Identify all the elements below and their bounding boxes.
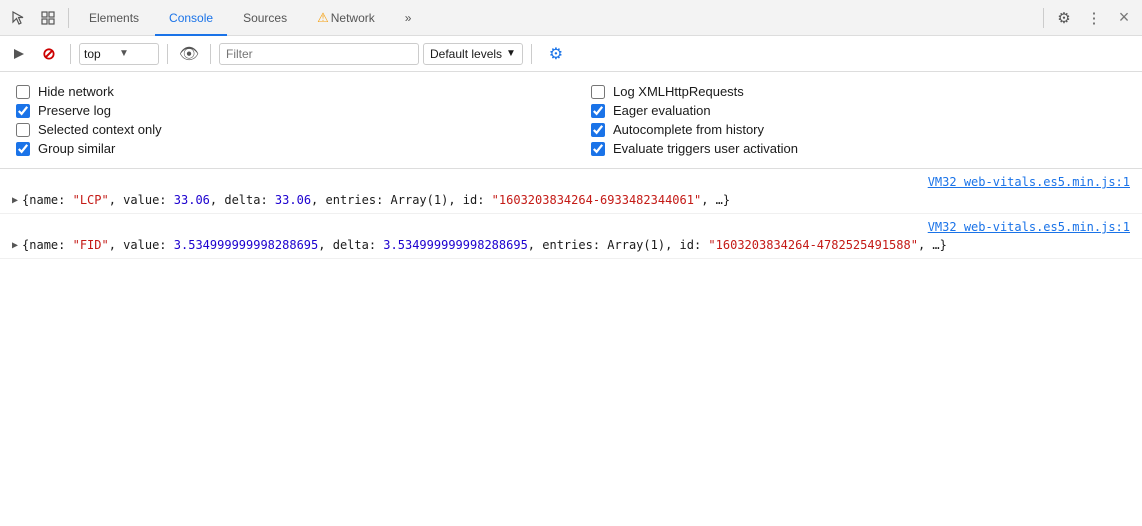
selected-context-checkbox[interactable] xyxy=(16,123,30,137)
settings-panel: Hide network Preserve log Selected conte… xyxy=(0,72,1142,169)
evaluate-triggers-label: Evaluate triggers user activation xyxy=(613,141,798,156)
autocomplete-row[interactable]: Autocomplete from history xyxy=(591,120,1126,139)
entry-source-1[interactable]: VM32 web-vitals.es5.min.js:1 xyxy=(928,173,1130,191)
console-area: VM32 web-vitals.es5.min.js:1 ▶ {name: "L… xyxy=(0,169,1142,259)
preserve-log-label: Preserve log xyxy=(38,103,111,118)
default-levels-button[interactable]: Default levels ▼ xyxy=(423,43,523,65)
tab-bar-right: ⚙ ⋮ × xyxy=(1039,4,1138,32)
cursor-icon[interactable] xyxy=(4,4,32,32)
log-xhr-row[interactable]: Log XMLHttpRequests xyxy=(591,82,1126,101)
entry-body-1: ▶ {name: "LCP", value: 33.06, delta: 33.… xyxy=(8,191,1142,209)
settings-left: Hide network Preserve log Selected conte… xyxy=(16,82,551,158)
eager-eval-row[interactable]: Eager evaluation xyxy=(591,101,1126,120)
console-settings-icon[interactable]: ⚙ xyxy=(544,42,568,66)
console-entry-fid: VM32 web-vitals.es5.min.js:1 ▶ {name: "F… xyxy=(0,214,1142,259)
hide-network-label: Hide network xyxy=(38,84,114,99)
entry-header-1: VM32 web-vitals.es5.min.js:1 xyxy=(8,173,1142,191)
preserve-log-row[interactable]: Preserve log xyxy=(16,101,551,120)
default-levels-label: Default levels xyxy=(430,47,502,61)
entry-body-2: ▶ {name: "FID", value: 3.534999999998288… xyxy=(8,236,1142,254)
log-xhr-label: Log XMLHttpRequests xyxy=(613,84,744,99)
group-similar-row[interactable]: Group similar xyxy=(16,139,551,158)
divider xyxy=(68,8,69,28)
context-value: top xyxy=(84,47,119,61)
expand-arrow-1[interactable]: ▶ xyxy=(12,193,18,208)
evaluate-triggers-row[interactable]: Evaluate triggers user activation xyxy=(591,139,1126,158)
entry-source-2[interactable]: VM32 web-vitals.es5.min.js:1 xyxy=(928,218,1130,236)
tab-network[interactable]: ⚠ Network xyxy=(303,0,389,36)
divider6 xyxy=(531,44,532,64)
evaluate-triggers-checkbox[interactable] xyxy=(591,142,605,156)
eager-eval-label: Eager evaluation xyxy=(613,103,711,118)
run-icon[interactable] xyxy=(6,41,32,67)
close-icon[interactable]: × xyxy=(1110,4,1138,32)
divider4 xyxy=(167,44,168,64)
eye-icon[interactable]: 👁 xyxy=(176,41,202,67)
tab-elements[interactable]: Elements xyxy=(75,0,153,36)
preserve-log-checkbox[interactable] xyxy=(16,104,30,118)
inspect-icon[interactable] xyxy=(34,4,62,32)
hide-network-checkbox[interactable] xyxy=(16,85,30,99)
clear-icon[interactable]: ⊘ xyxy=(36,41,62,67)
tab-console[interactable]: Console xyxy=(155,0,227,36)
context-selector[interactable]: top ▼ xyxy=(79,43,159,65)
selected-context-label: Selected context only xyxy=(38,122,162,137)
settings-icon[interactable]: ⚙ xyxy=(1050,4,1078,32)
divider5 xyxy=(210,44,211,64)
toolbar: ⊘ top ▼ 👁 Default levels ▼ ⚙ xyxy=(0,36,1142,72)
autocomplete-checkbox[interactable] xyxy=(591,123,605,137)
filter-input[interactable] xyxy=(219,43,419,65)
selected-context-row[interactable]: Selected context only xyxy=(16,120,551,139)
tab-bar: Elements Console Sources ⚠ Network » ⚙ ⋮… xyxy=(0,0,1142,36)
tab-sources[interactable]: Sources xyxy=(229,0,301,36)
log-xhr-checkbox[interactable] xyxy=(591,85,605,99)
entry-code-2: {name: "FID", value: 3.53499999999828869… xyxy=(22,236,947,254)
warning-icon: ⚠ xyxy=(317,10,329,26)
group-similar-label: Group similar xyxy=(38,141,115,156)
chevron-down-icon: ▼ xyxy=(506,48,516,59)
tab-bar-left: Elements Console Sources ⚠ Network » xyxy=(4,0,425,36)
entry-code-1: {name: "LCP", value: 33.06, delta: 33.06… xyxy=(22,191,730,209)
divider3 xyxy=(70,44,71,64)
settings-right: Log XMLHttpRequests Eager evaluation Aut… xyxy=(591,82,1126,158)
more-options-icon[interactable]: ⋮ xyxy=(1080,4,1108,32)
hide-network-row[interactable]: Hide network xyxy=(16,82,551,101)
autocomplete-label: Autocomplete from history xyxy=(613,122,764,137)
chevron-icon: ▼ xyxy=(119,48,154,59)
tab-more[interactable]: » xyxy=(391,0,426,36)
console-entry-lcp: VM32 web-vitals.es5.min.js:1 ▶ {name: "L… xyxy=(0,169,1142,214)
entry-header-2: VM32 web-vitals.es5.min.js:1 xyxy=(8,218,1142,236)
group-similar-checkbox[interactable] xyxy=(16,142,30,156)
divider2 xyxy=(1043,8,1044,28)
expand-arrow-2[interactable]: ▶ xyxy=(12,238,18,253)
eager-eval-checkbox[interactable] xyxy=(591,104,605,118)
